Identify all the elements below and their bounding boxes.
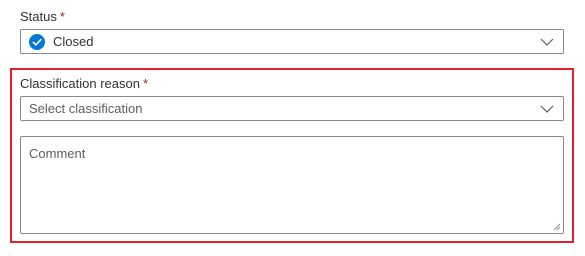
classification-placeholder: Select classification (29, 101, 143, 116)
status-label: Status * (20, 9, 65, 25)
chevron-down-icon (540, 38, 554, 46)
comment-textarea[interactable]: Comment (20, 136, 564, 234)
comment-placeholder: Comment (29, 146, 86, 161)
classification-dropdown[interactable]: Select classification (20, 96, 564, 121)
classification-required-mark: * (142, 76, 149, 91)
check-circle-icon (29, 34, 45, 50)
status-value: Closed (53, 34, 94, 49)
status-required-mark: * (59, 9, 65, 24)
resize-handle-icon[interactable] (553, 223, 561, 231)
status-label-text: Status (20, 9, 57, 24)
classification-label-text: Classification reason (20, 76, 140, 91)
classification-label: Classification reason * (20, 76, 148, 92)
chevron-down-icon (540, 105, 554, 113)
status-dropdown[interactable]: Closed (20, 29, 564, 54)
